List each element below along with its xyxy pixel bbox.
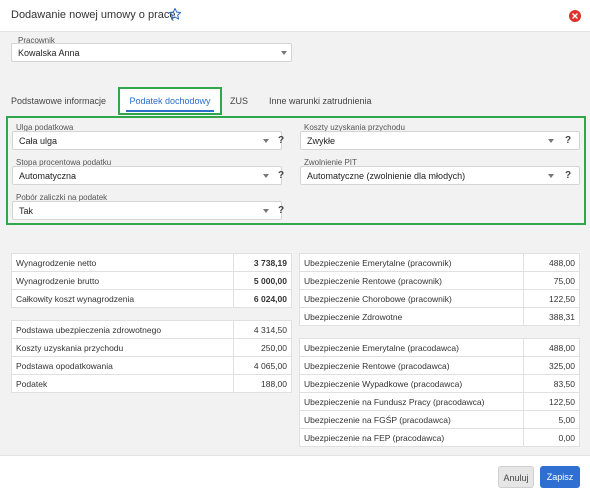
exemption-value: Automatyczne (zwolnienie dla młodych) <box>307 170 466 181</box>
table-row: Podstawa ubezpieczenia zdrowotnego 4 314… <box>11 320 292 339</box>
table-row: Podatek 188,00 <box>11 374 292 393</box>
row-value: 488,00 <box>523 338 580 357</box>
chevron-down-icon <box>263 173 269 178</box>
costs-select[interactable]: Zwykłe ? <box>300 131 580 150</box>
row-label: Ubezpieczenie Wypadkowe (pracodawca) <box>299 374 524 393</box>
row-value: 4 314,50 <box>233 320 292 339</box>
star-icon[interactable] <box>168 7 182 21</box>
table-row: Podstawa opodatkowania 4 065,00 <box>11 356 292 375</box>
table-row: Ubezpieczenie Emerytalne (pracownik) 488… <box>299 253 580 272</box>
tax-settings-panel: Ulga podatkowa Cała ulga ? Koszty uzyska… <box>6 116 586 225</box>
row-label: Koszty uzyskania przychodu <box>11 338 234 357</box>
table-row: Ubezpieczenie Rentowe (pracownik) 75,00 <box>299 271 580 290</box>
help-icon[interactable]: ? <box>278 170 284 181</box>
table-row: Ubezpieczenie Emerytalne (pracodawca) 48… <box>299 338 580 357</box>
row-label: Całkowity koszt wynagrodzenia <box>11 289 234 308</box>
help-icon[interactable]: ? <box>565 170 571 181</box>
row-value: 6 024,00 <box>233 289 292 308</box>
row-label: Ubezpieczenie na FGŚP (pracodawca) <box>299 410 524 429</box>
row-value: 325,00 <box>523 356 580 375</box>
help-icon[interactable]: ? <box>278 135 284 146</box>
table-row: Ubezpieczenie na Fundusz Pracy (pracodaw… <box>299 392 580 411</box>
active-tab-underline <box>126 110 214 112</box>
row-value: 75,00 <box>523 271 580 290</box>
dialog-footer: Anuluj Zapisz <box>0 455 590 497</box>
row-label: Wynagrodzenie brutto <box>11 271 234 290</box>
row-label: Ubezpieczenie Rentowe (pracownik) <box>299 271 524 290</box>
row-label: Podstawa opodatkowania <box>11 356 234 375</box>
tab-zus[interactable]: ZUS <box>230 96 248 106</box>
row-value: 250,00 <box>233 338 292 357</box>
table-row: Ubezpieczenie Rentowe (pracodawca) 325,0… <box>299 356 580 375</box>
tab-basic-info[interactable]: Podstawowe informacje <box>11 96 106 106</box>
row-value: 188,00 <box>233 374 292 393</box>
row-label: Ubezpieczenie Zdrowotne <box>299 307 524 326</box>
table-row: Wynagrodzenie brutto 5 000,00 <box>11 271 292 290</box>
rate-select[interactable]: Automatyczna ? <box>12 166 284 185</box>
row-value: 0,00 <box>523 428 580 447</box>
row-value: 3 738,19 <box>233 253 292 272</box>
tab-income-tax-label: Podatek dochodowy <box>129 96 211 106</box>
row-value: 83,50 <box>523 374 580 393</box>
advance-value: Tak <box>19 205 34 216</box>
save-button[interactable]: Zapisz <box>540 466 580 488</box>
close-icon[interactable] <box>569 10 581 22</box>
tab-other-conditions[interactable]: Inne warunki zatrudnienia <box>269 96 372 106</box>
cancel-button[interactable]: Anuluj <box>498 466 534 488</box>
row-label: Ubezpieczenie Emerytalne (pracodawca) <box>299 338 524 357</box>
row-value: 488,00 <box>523 253 580 272</box>
employee-select[interactable]: Kowalska Anna <box>11 43 292 62</box>
chevron-down-icon <box>548 138 554 143</box>
row-label: Ubezpieczenie na Fundusz Pracy (pracodaw… <box>299 392 524 411</box>
help-icon[interactable]: ? <box>565 135 571 146</box>
tab-income-tax[interactable]: Podatek dochodowy <box>118 87 222 115</box>
row-value: 4 065,00 <box>233 356 292 375</box>
row-value: 122,50 <box>523 392 580 411</box>
table-row: Całkowity koszt wynagrodzenia 6 024,00 <box>11 289 292 308</box>
relief-value: Cała ulga <box>19 135 58 146</box>
row-value: 5 000,00 <box>233 271 292 290</box>
table-row: Ubezpieczenie Wypadkowe (pracodawca) 83,… <box>299 374 580 393</box>
table-row: Wynagrodzenie netto 3 738,19 <box>11 253 292 272</box>
row-label: Ubezpieczenie Chorobowe (pracownik) <box>299 289 524 308</box>
tab-bar: Podstawowe informacje ZUS Inne warunki z… <box>0 88 590 116</box>
tax-base-table: Podstawa ubezpieczenia zdrowotnego 4 314… <box>11 320 292 393</box>
chevron-down-icon <box>263 208 269 213</box>
row-label: Ubezpieczenie Rentowe (pracodawca) <box>299 356 524 375</box>
dialog-header: Dodawanie nowej umowy o pracę <box>0 0 590 32</box>
table-row: Ubezpieczenie Zdrowotne 388,31 <box>299 307 580 326</box>
employee-insurance-table: Ubezpieczenie Emerytalne (pracownik) 488… <box>299 253 580 326</box>
rate-value: Automatyczna <box>19 170 77 181</box>
table-row: Koszty uzyskania przychodu 250,00 <box>11 338 292 357</box>
advance-select[interactable]: Tak ? <box>12 201 284 220</box>
row-label: Podstawa ubezpieczenia zdrowotnego <box>11 320 234 339</box>
costs-value: Zwykłe <box>307 135 336 146</box>
row-value: 388,31 <box>523 307 580 326</box>
row-value: 122,50 <box>523 289 580 308</box>
row-label: Podatek <box>11 374 234 393</box>
relief-select[interactable]: Cała ulga ? <box>12 131 284 150</box>
row-label: Ubezpieczenie Emerytalne (pracownik) <box>299 253 524 272</box>
row-label: Ubezpieczenie na FEP (pracodawca) <box>299 428 524 447</box>
help-icon[interactable]: ? <box>278 205 284 216</box>
table-row: Ubezpieczenie na FEP (pracodawca) 0,00 <box>299 428 580 447</box>
exemption-select[interactable]: Automatyczne (zwolnienie dla młodych) ? <box>300 166 580 185</box>
chevron-down-icon <box>548 173 554 178</box>
employee-value: Kowalska Anna <box>18 47 80 58</box>
table-row: Ubezpieczenie Chorobowe (pracownik) 122,… <box>299 289 580 308</box>
row-value: 5,00 <box>523 410 580 429</box>
chevron-down-icon <box>281 50 287 55</box>
dialog-title: Dodawanie nowej umowy o pracę <box>11 9 176 21</box>
summary-table: Wynagrodzenie netto 3 738,19 Wynagrodzen… <box>11 253 292 308</box>
table-row: Ubezpieczenie na FGŚP (pracodawca) 5,00 <box>299 410 580 429</box>
row-label: Wynagrodzenie netto <box>11 253 234 272</box>
employer-insurance-table: Ubezpieczenie Emerytalne (pracodawca) 48… <box>299 338 580 447</box>
chevron-down-icon <box>263 138 269 143</box>
